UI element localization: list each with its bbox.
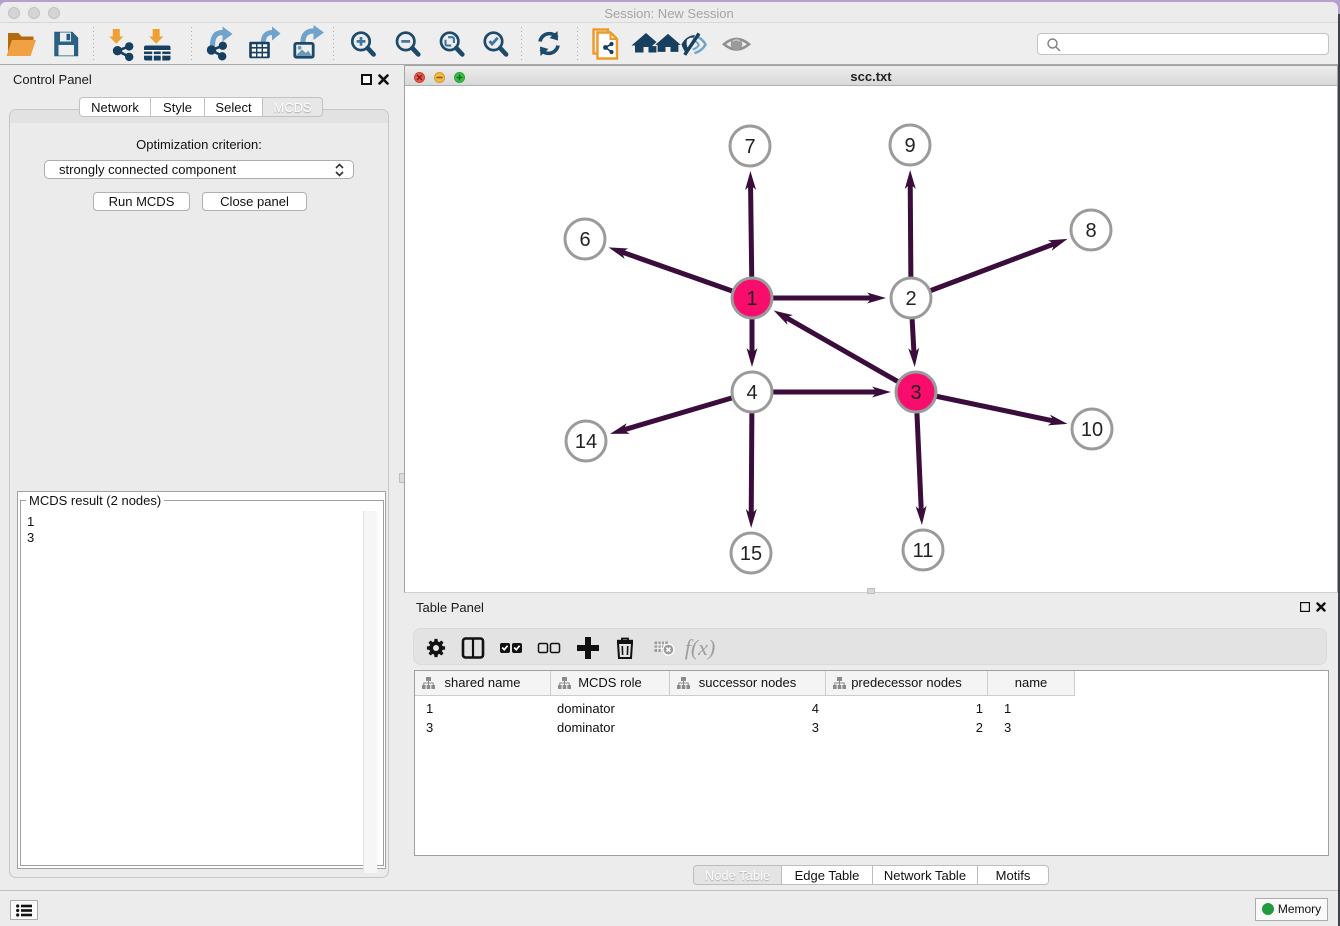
svg-text:2: 2 [905, 288, 916, 310]
svg-text:3: 3 [910, 382, 921, 404]
svg-text:1: 1 [746, 288, 757, 310]
svg-text:15: 15 [740, 543, 762, 565]
svg-text:11: 11 [913, 540, 934, 562]
svg-text:10: 10 [1081, 419, 1103, 441]
svg-text:8: 8 [1085, 220, 1096, 242]
svg-text:4: 4 [746, 382, 757, 404]
svg-text:7: 7 [744, 136, 755, 158]
svg-text:f(x): f(x) [685, 635, 716, 660]
svg-text:9: 9 [904, 135, 915, 157]
svg-text:14: 14 [575, 431, 597, 453]
svg-text:6: 6 [579, 229, 590, 251]
